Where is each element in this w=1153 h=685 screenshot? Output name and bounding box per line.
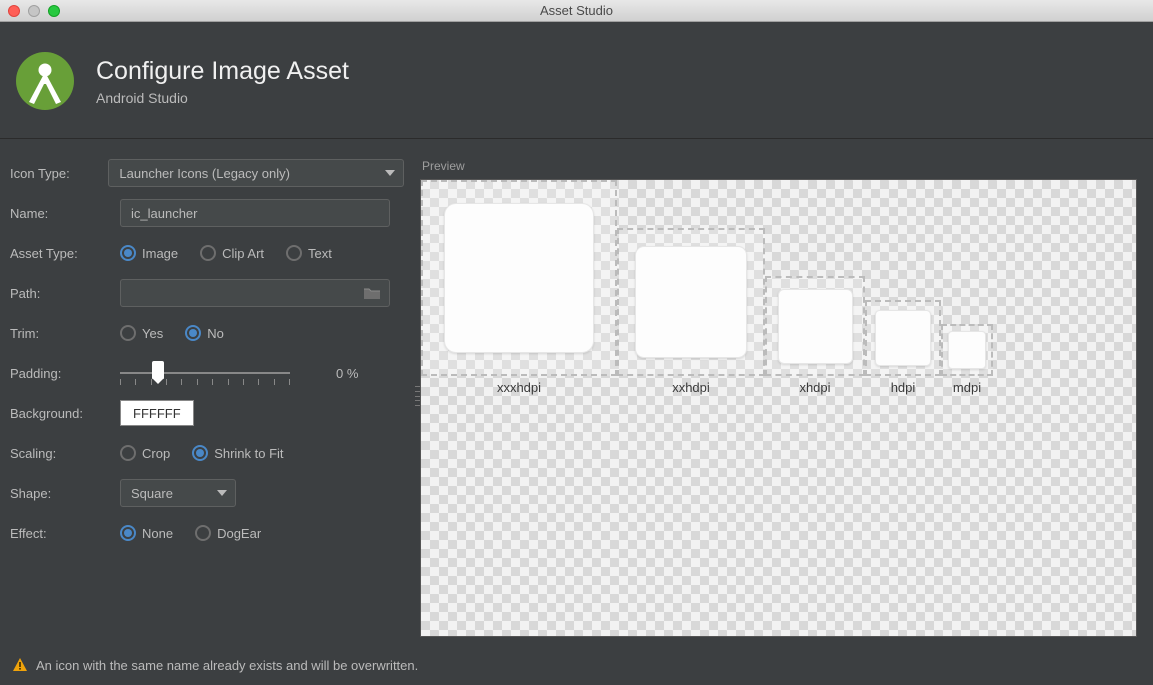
density-label: xhdpi <box>799 380 830 395</box>
radio-icon <box>120 525 136 541</box>
warning-icon <box>12 657 28 673</box>
radio-icon <box>192 445 208 461</box>
icon-type-label: Icon Type: <box>10 166 108 181</box>
density-preview-xxhdpi: xxhdpi <box>617 228 765 401</box>
radio-icon <box>200 245 216 261</box>
shape-label: Shape: <box>10 486 120 501</box>
footer-warning: An icon with the same name already exist… <box>0 647 1153 685</box>
dialog-header: Configure Image Asset Android Studio <box>0 22 1153 139</box>
preview-area: xxxhdpi xxhdpi xhdpi hdpi mdpi <box>420 179 1137 637</box>
chevron-down-icon <box>385 170 395 176</box>
radio-icon <box>120 325 136 341</box>
folder-icon[interactable] <box>363 286 381 300</box>
page-title: Configure Image Asset <box>96 57 349 86</box>
asset-type-text-radio[interactable]: Text <box>286 245 342 261</box>
name-value: ic_launcher <box>131 206 198 221</box>
density-preview-hdpi: hdpi <box>865 300 941 401</box>
asset-type-clipart-radio[interactable]: Clip Art <box>200 245 274 261</box>
name-input[interactable]: ic_launcher <box>120 199 390 227</box>
slider-thumb[interactable] <box>152 361 164 379</box>
background-color-input[interactable]: FFFFFF <box>120 400 194 426</box>
padding-label: Padding: <box>10 366 120 381</box>
density-label: hdpi <box>891 380 916 395</box>
density-label: xxhdpi <box>672 380 710 395</box>
scaling-crop-radio[interactable]: Crop <box>120 445 180 461</box>
padding-slider[interactable] <box>120 361 290 385</box>
window-title: Asset Studio <box>0 3 1153 18</box>
shape-value: Square <box>131 486 173 501</box>
density-preview-xxxhdpi: xxxhdpi <box>421 180 617 401</box>
scaling-shrink-radio[interactable]: Shrink to Fit <box>192 445 293 461</box>
trim-label: Trim: <box>10 326 120 341</box>
background-color-value: FFFFFF <box>133 406 181 421</box>
asset-type-image-radio[interactable]: Image <box>120 245 188 261</box>
radio-icon <box>120 245 136 261</box>
path-input[interactable] <box>120 279 390 307</box>
footer-warning-text: An icon with the same name already exist… <box>36 658 418 673</box>
effect-label: Effect: <box>10 526 120 541</box>
effect-dogear-radio[interactable]: DogEar <box>195 525 271 541</box>
shape-select[interactable]: Square <box>120 479 236 507</box>
background-label: Background: <box>10 406 120 421</box>
path-label: Path: <box>10 286 120 301</box>
chevron-down-icon <box>217 490 227 496</box>
effect-none-radio[interactable]: None <box>120 525 183 541</box>
icon-type-select[interactable]: Launcher Icons (Legacy only) <box>108 159 404 187</box>
page-subtitle: Android Studio <box>96 90 349 106</box>
icon-type-value: Launcher Icons (Legacy only) <box>119 166 290 181</box>
density-label: mdpi <box>953 380 981 395</box>
name-label: Name: <box>10 206 120 221</box>
trim-yes-radio[interactable]: Yes <box>120 325 173 341</box>
trim-no-radio[interactable]: No <box>185 325 234 341</box>
radio-icon <box>120 445 136 461</box>
form-panel: Icon Type: Launcher Icons (Legacy only) … <box>10 159 404 637</box>
radio-icon <box>286 245 302 261</box>
padding-value: 0 % <box>336 366 358 381</box>
radio-icon <box>195 525 211 541</box>
radio-icon <box>185 325 201 341</box>
asset-type-label: Asset Type: <box>10 246 120 261</box>
density-preview-mdpi: mdpi <box>941 324 993 401</box>
density-preview-xhdpi: xhdpi <box>765 276 865 401</box>
preview-label: Preview <box>420 159 1137 173</box>
scaling-label: Scaling: <box>10 446 120 461</box>
titlebar: Asset Studio <box>0 0 1153 22</box>
android-studio-logo-icon <box>16 52 74 110</box>
density-label: xxxhdpi <box>497 380 541 395</box>
